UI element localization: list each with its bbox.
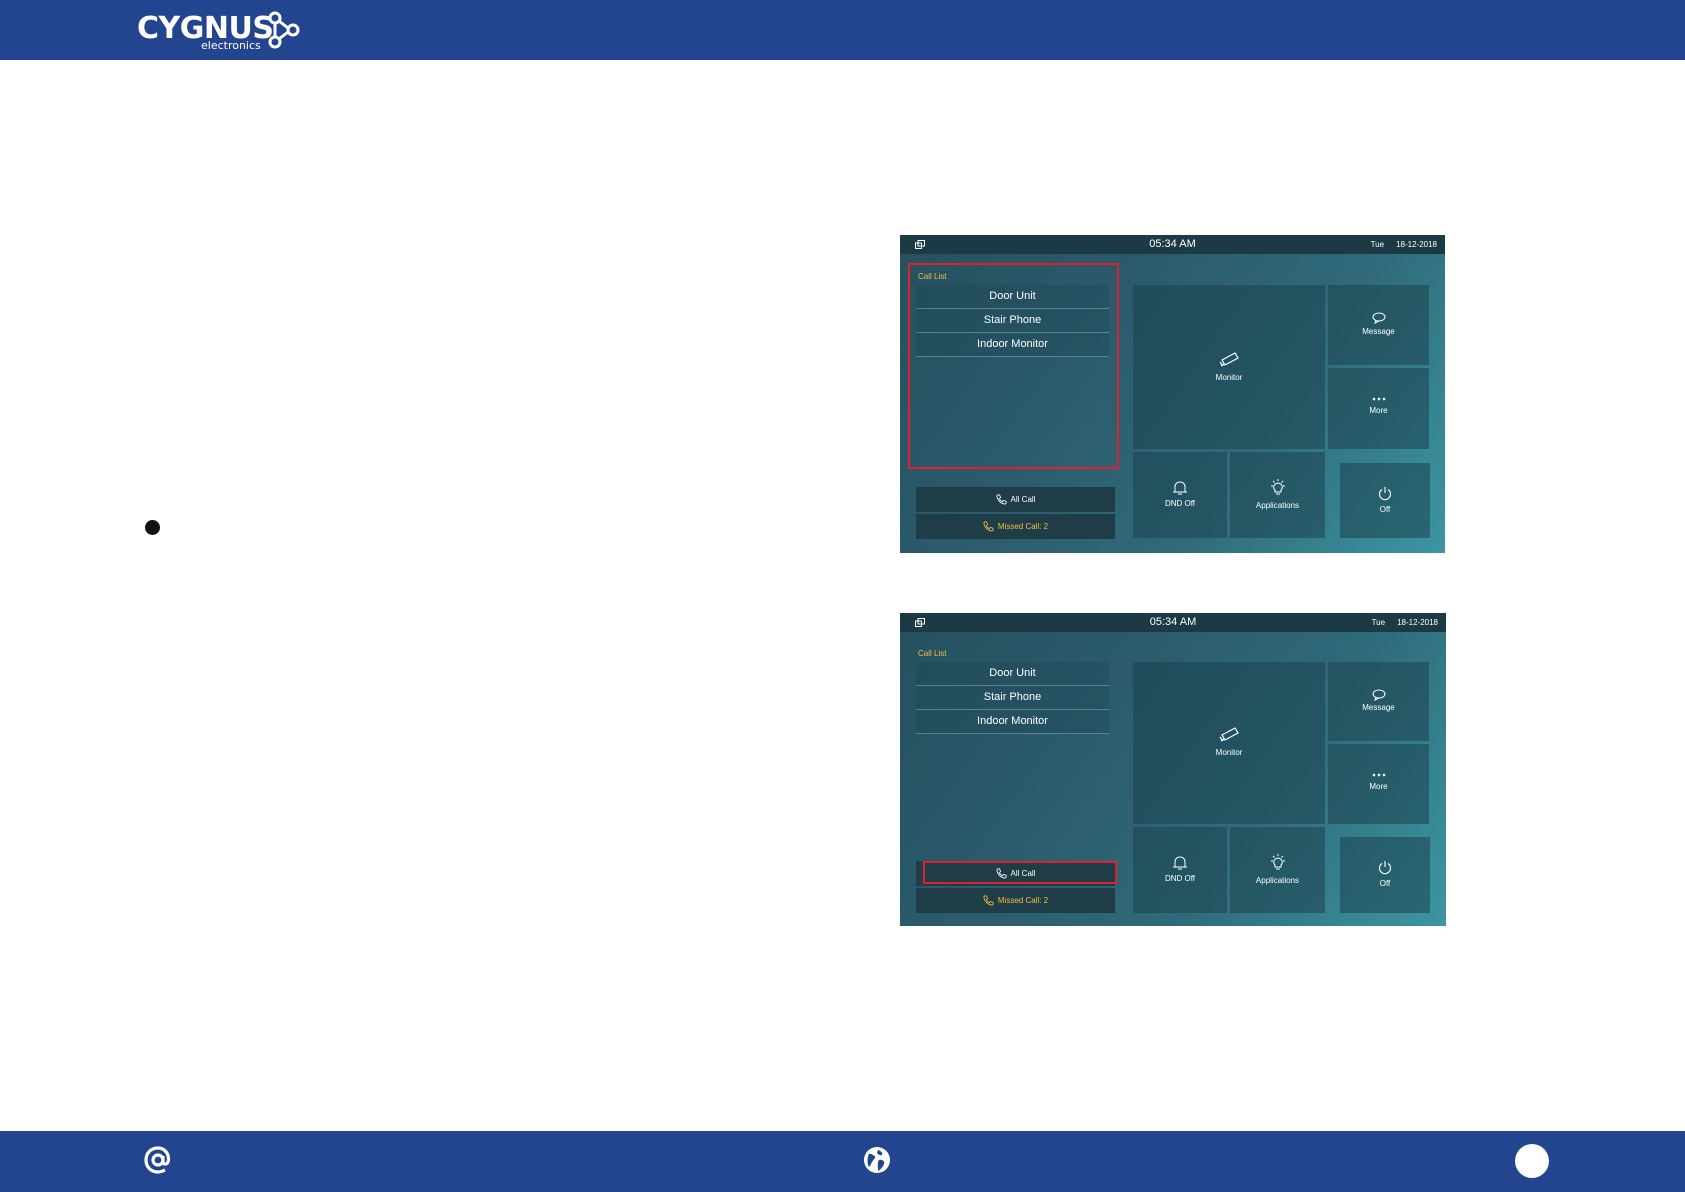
message-icon [1372, 312, 1385, 324]
camera-icon [1219, 352, 1239, 367]
more-dots-icon [1372, 397, 1385, 401]
bell-icon [1173, 481, 1187, 495]
status-bar: 05:34 AM Tue 18-12-2018 [900, 613, 1446, 632]
status-time: 05:34 AM [1149, 616, 1197, 628]
logo-mark-icon [268, 11, 300, 49]
manual-page: CYGNUS electronics 05:34 AM Tue 18-12-20… [0, 0, 1685, 1192]
dnd-tile[interactable]: DND Off [1133, 827, 1227, 913]
logo-subtitle: electronics [201, 39, 261, 52]
more-label: More [1369, 782, 1388, 791]
more-tile[interactable]: More [1328, 368, 1429, 449]
dnd-label: DND Off [1164, 874, 1196, 883]
header-bar: CYGNUS electronics [0, 0, 1685, 60]
applications-tile[interactable]: Applications [1230, 452, 1325, 538]
message-tile[interactable]: Message [1328, 285, 1429, 365]
monitor-label: Monitor [1215, 748, 1243, 757]
all-call-button[interactable]: All Call [916, 487, 1115, 512]
phone-icon [996, 494, 1007, 505]
off-tile[interactable]: Off [1340, 463, 1430, 538]
missed-call-button[interactable]: Missed Call: 2 [916, 888, 1115, 913]
status-date-value: 18-12-2018 [1397, 618, 1438, 627]
monitor-label: Monitor [1215, 373, 1243, 382]
status-day: Tue [1370, 240, 1385, 249]
power-icon [1378, 861, 1392, 875]
status-day: Tue [1371, 618, 1386, 627]
status-date: Tue 18-12-2018 [1371, 240, 1437, 249]
status-date-value: 18-12-2018 [1396, 240, 1437, 249]
status-date: Tue 18-12-2018 [1372, 618, 1438, 627]
applications-label: Applications [1255, 501, 1300, 510]
missed-call-icon [983, 895, 994, 906]
off-label: Off [1379, 879, 1391, 888]
bell-icon [1173, 856, 1187, 870]
more-label: More [1369, 406, 1388, 415]
more-dots-icon [1372, 773, 1385, 777]
call-list-label: Call List [918, 649, 947, 658]
status-bar: 05:34 AM Tue 18-12-2018 [900, 235, 1445, 254]
bullet-point [145, 520, 160, 535]
dnd-label: DND Off [1164, 499, 1196, 508]
lightbulb-icon [1270, 854, 1285, 870]
message-label: Message [1362, 327, 1395, 336]
all-call-label: All Call [1010, 495, 1036, 504]
at-icon [144, 1146, 171, 1174]
more-tile[interactable]: More [1328, 744, 1429, 824]
call-item-door-unit[interactable]: Door Unit [916, 662, 1109, 686]
dnd-tile[interactable]: DND Off [1133, 452, 1227, 538]
power-icon [1378, 487, 1392, 501]
missed-call-button[interactable]: Missed Call: 2 [916, 514, 1115, 539]
message-tile[interactable]: Message [1328, 662, 1429, 741]
applications-tile[interactable]: Applications [1230, 827, 1325, 913]
cygnus-logo: CYGNUS electronics [137, 8, 307, 52]
missed-call-label: Missed Call: 2 [997, 522, 1049, 531]
applications-label: Applications [1255, 876, 1300, 885]
message-label: Message [1362, 703, 1395, 712]
camera-icon [1219, 727, 1239, 742]
message-icon [1372, 689, 1385, 701]
lightbulb-icon [1270, 479, 1285, 495]
circle-icon [1515, 1144, 1549, 1178]
missed-call-label: Missed Call: 2 [997, 896, 1049, 905]
off-tile[interactable]: Off [1340, 837, 1430, 913]
indoor-monitor-screen-2: 05:34 AM Tue 18-12-2018 Call List Door Un… [900, 613, 1446, 926]
all-call-highlight [923, 861, 1117, 884]
call-item-indoor-monitor[interactable]: Indoor Monitor [916, 710, 1109, 734]
footer-bar [0, 1131, 1685, 1192]
call-item-stair-phone[interactable]: Stair Phone [916, 686, 1109, 710]
monitor-tile[interactable]: Monitor [1133, 662, 1325, 824]
indoor-monitor-screen-1: 05:34 AM Tue 18-12-2018 Call List Door Un… [900, 235, 1445, 553]
monitor-tile[interactable]: Monitor [1133, 285, 1325, 449]
globe-icon [864, 1147, 890, 1173]
missed-call-icon [983, 521, 994, 532]
off-label: Off [1379, 505, 1391, 514]
status-time: 05:34 AM [1149, 238, 1196, 250]
call-list-highlight [908, 263, 1119, 469]
